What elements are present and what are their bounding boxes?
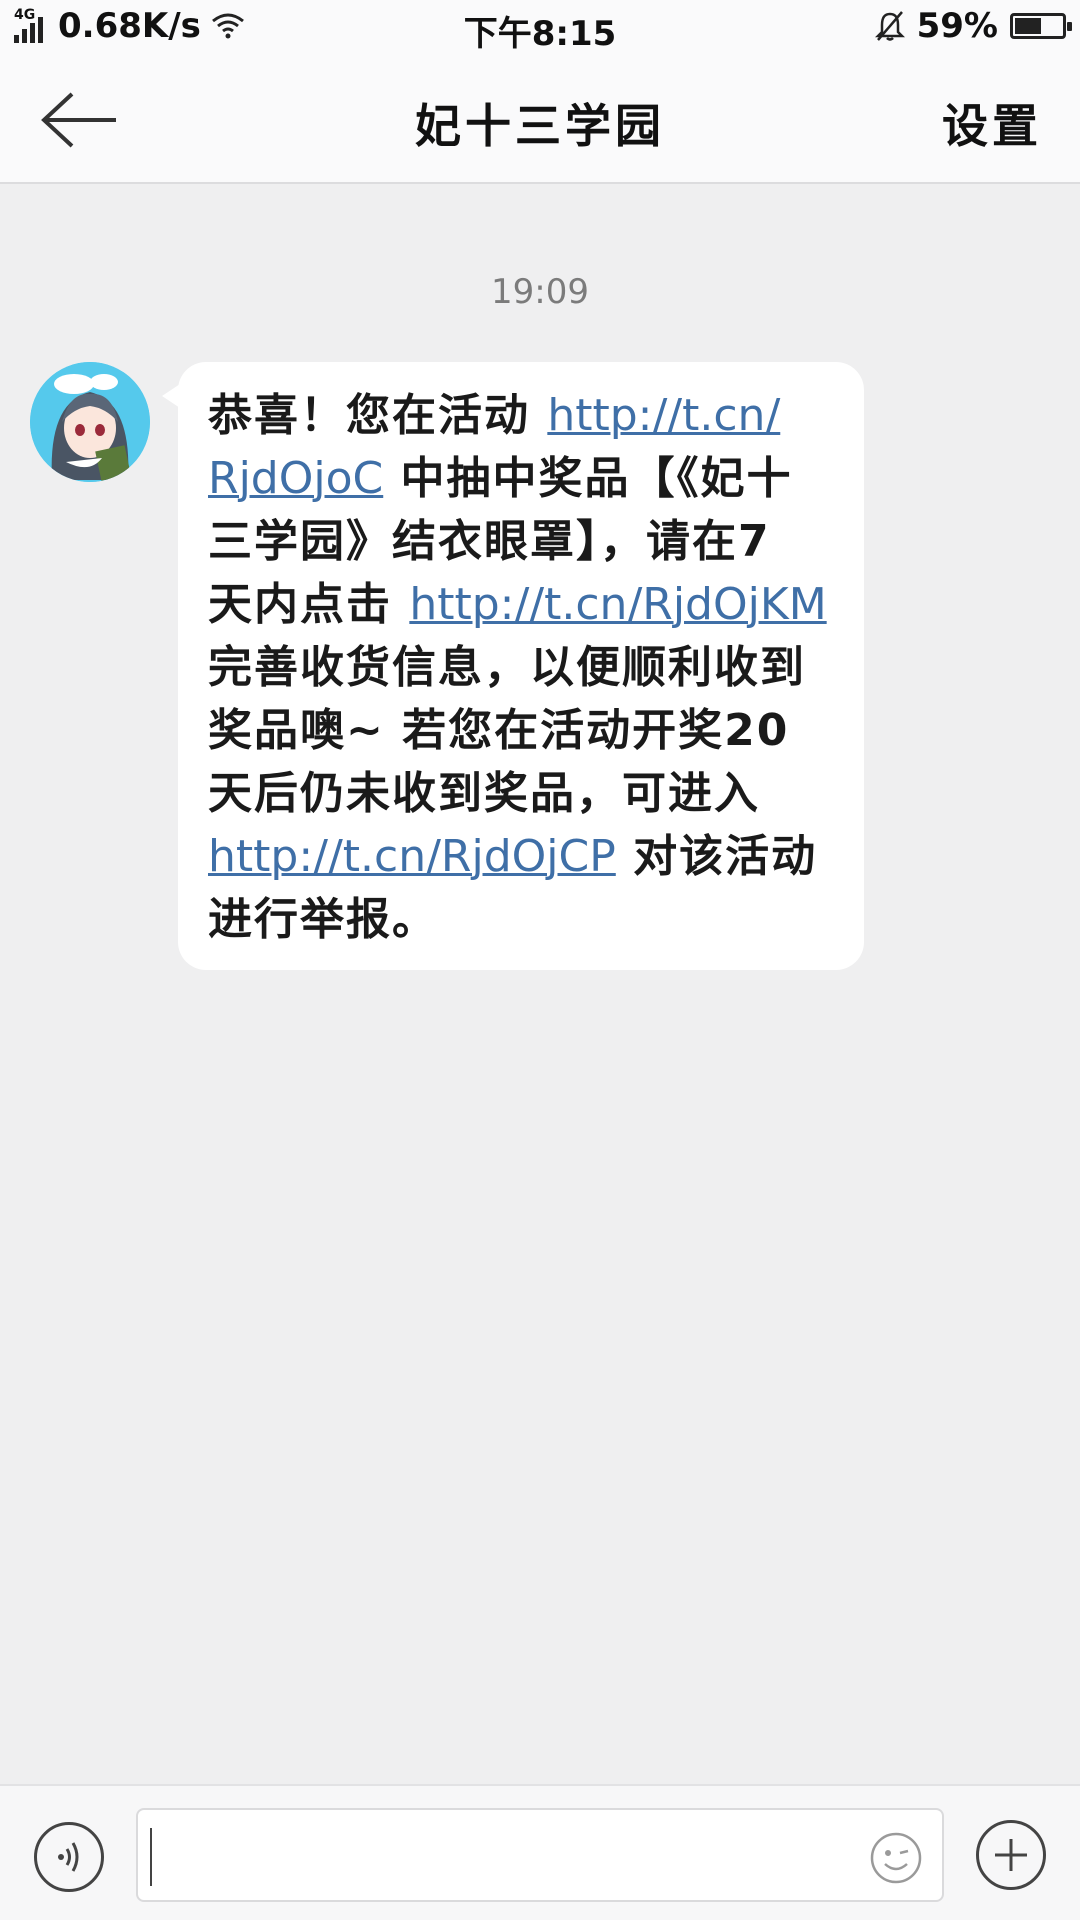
message-text: 中抽中奖品【《妃十	[383, 453, 793, 504]
battery-icon	[1010, 13, 1072, 39]
message-line: 天内点击 http://t.cn/RjdOjKM	[208, 573, 834, 636]
message-line: 进行举报。	[208, 888, 834, 951]
status-bar: 4G 0.68K/s 下午8:15 59%	[0, 0, 1080, 54]
message-text: 天内点击	[208, 579, 410, 630]
bell-off-icon	[874, 11, 905, 41]
message-line: RjdOjoC 中抽中奖品【《妃十	[208, 447, 834, 510]
message-input[interactable]	[136, 1808, 944, 1902]
message-line: 恭喜！您在活动 http://t.cn/	[208, 384, 834, 447]
message-link[interactable]: http://t.cn/RjdOjKM	[409, 579, 826, 630]
emoji-icon[interactable]	[868, 1830, 924, 1886]
message-link[interactable]: http://t.cn/RjdOjCP	[208, 831, 616, 882]
settings-button[interactable]: 设置	[942, 90, 1042, 156]
nav-bar: 妃十三学园 设置	[0, 52, 1080, 184]
message-text: 完善收货信息，以便顺利收到	[208, 642, 806, 693]
voice-icon	[58, 1842, 79, 1872]
message-bubble[interactable]: 恭喜！您在活动 http://t.cn/ RjdOjoC 中抽中奖品【《妃十 三…	[162, 362, 864, 970]
message-text: 三学园》结衣眼罩】，请在7	[208, 516, 771, 567]
voice-button[interactable]	[34, 1822, 104, 1892]
avatar[interactable]	[30, 362, 150, 482]
message-text: 奖品噢~ 若您在活动开奖20	[208, 705, 790, 756]
plus-icon	[995, 1839, 1027, 1871]
message-text: 对该活动	[615, 831, 818, 882]
message-link[interactable]: RjdOjoC	[208, 453, 383, 504]
message-line: 完善收货信息，以便顺利收到	[208, 636, 834, 699]
message-text: 天后仍未收到奖品，可进入	[208, 768, 760, 819]
message-composer	[0, 1784, 1080, 1920]
message-line: 奖品噢~ 若您在活动开奖20	[208, 699, 834, 762]
message-link[interactable]: http://t.cn/	[547, 390, 780, 441]
message-line: 三学园》结衣眼罩】，请在7	[208, 510, 834, 573]
add-button[interactable]	[976, 1820, 1046, 1890]
avatar-image	[30, 362, 150, 482]
message-line: 天后仍未收到奖品，可进入	[208, 762, 834, 825]
page-title: 妃十三学园	[415, 99, 665, 153]
battery-fill	[1015, 18, 1041, 34]
battery-percent: 59%	[916, 6, 998, 46]
message-timestamp: 19:09	[491, 272, 589, 312]
message-text: 恭喜！您在活动	[208, 390, 548, 441]
status-right: 59%	[874, 6, 1072, 46]
message-line: http://t.cn/RjdOjCP 对该活动	[208, 825, 834, 888]
text-caret	[150, 1828, 152, 1886]
message-text: 进行举报。	[208, 894, 438, 945]
